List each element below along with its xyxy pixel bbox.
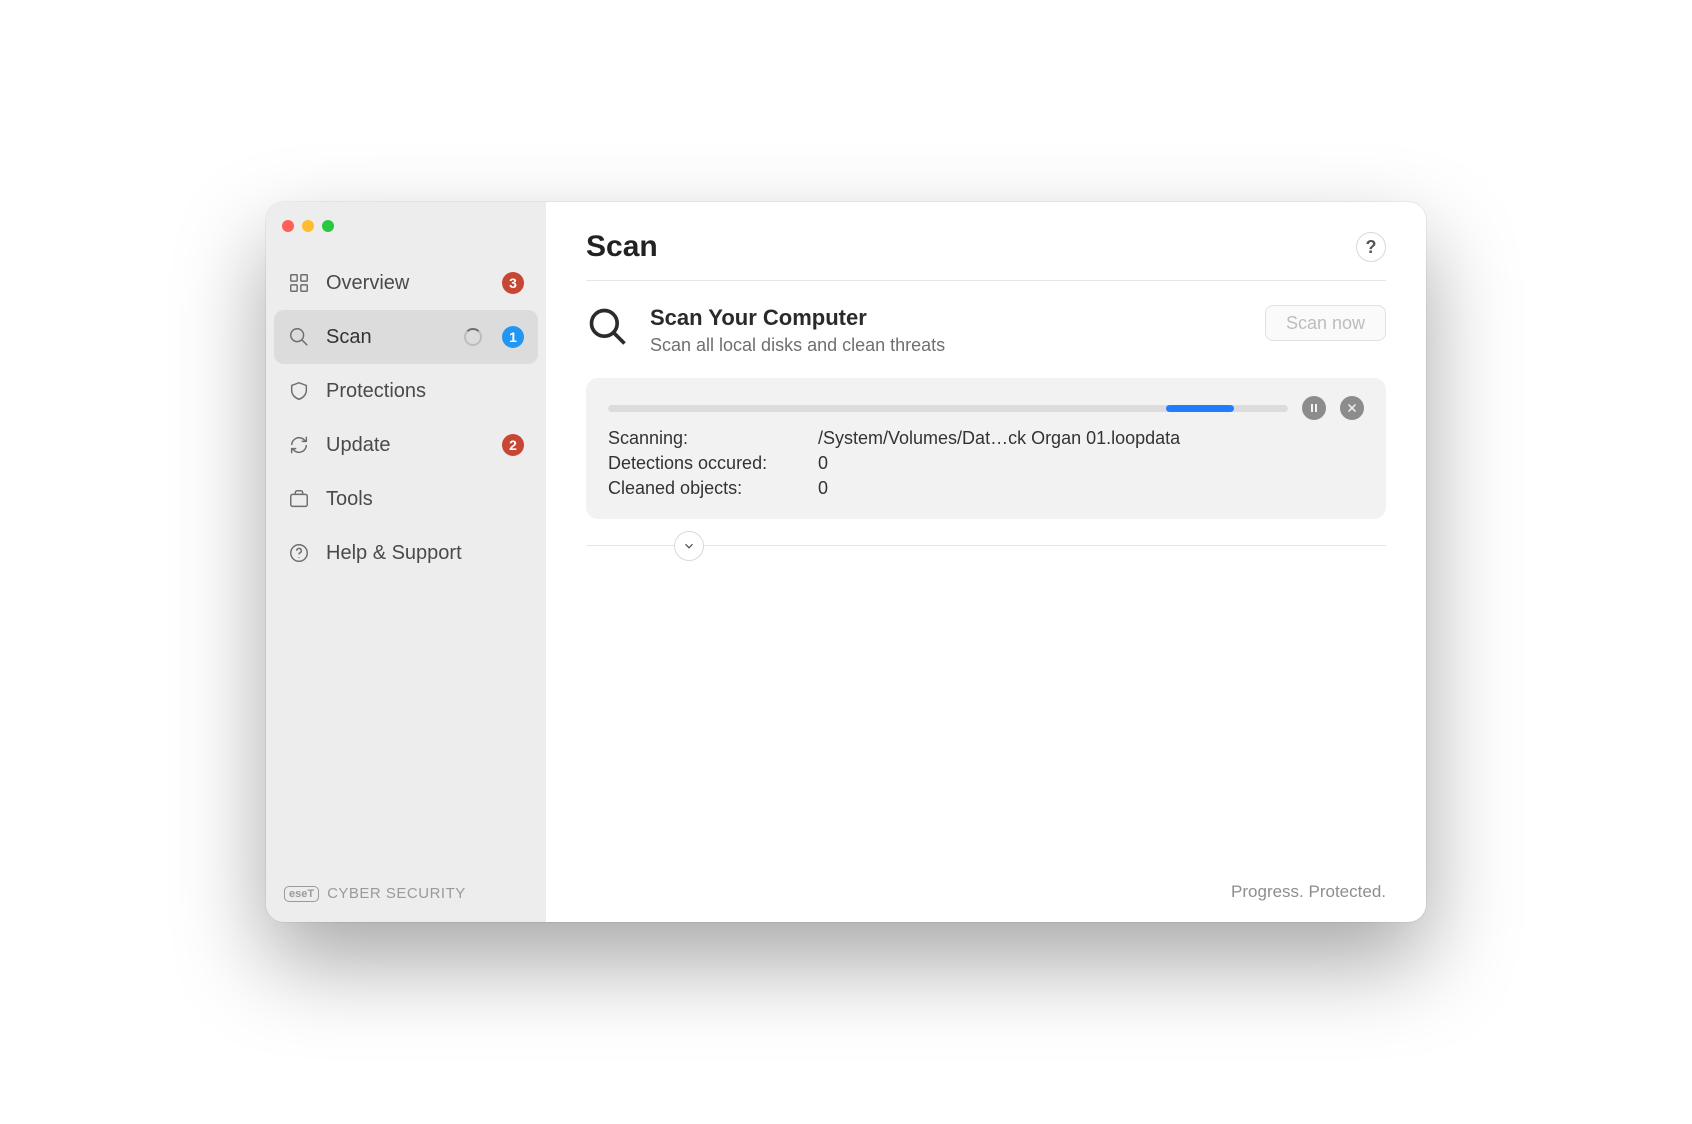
scanning-label: Scanning: — [608, 428, 818, 449]
shield-icon — [288, 380, 310, 402]
cleaned-label: Cleaned objects: — [608, 478, 818, 499]
update-icon — [288, 434, 310, 456]
sidebar-item-tools[interactable]: Tools — [274, 472, 538, 526]
scanning-value: /System/Volumes/Dat…ck Organ 01.loopdata — [818, 428, 1364, 449]
scan-now-button[interactable]: Scan now — [1265, 305, 1386, 341]
help-button[interactable]: ? — [1356, 232, 1386, 262]
expand-row — [586, 529, 1386, 563]
scan-your-computer-section: Scan Your Computer Scan all local disks … — [586, 281, 1386, 378]
close-icon — [1346, 402, 1358, 414]
badge-scan: 1 — [502, 326, 524, 348]
detections-value: 0 — [818, 453, 1364, 474]
minimize-window-button[interactable] — [302, 220, 314, 232]
sidebar-item-scan[interactable]: Scan 1 — [274, 310, 538, 364]
page-header: Scan ? — [586, 230, 1386, 281]
sidebar-item-label: Scan — [326, 326, 448, 349]
progress-chunk — [1166, 405, 1234, 412]
scan-icon — [288, 326, 310, 348]
tools-icon — [288, 488, 310, 510]
cleaned-value: 0 — [818, 478, 1364, 499]
sidebar-item-protections[interactable]: Protections — [274, 364, 538, 418]
window-controls — [266, 212, 546, 250]
page-title: Scan — [586, 230, 658, 264]
expand-details-button[interactable] — [674, 531, 704, 561]
sidebar-item-label: Overview — [326, 272, 486, 295]
scan-info-grid: Scanning: /System/Volumes/Dat…ck Organ 0… — [608, 428, 1364, 499]
brand-logo: eseT — [284, 886, 319, 902]
badge-overview: 3 — [502, 272, 524, 294]
overview-icon — [288, 272, 310, 294]
progress-bar — [608, 405, 1288, 412]
main-panel: Scan ? Scan Your Computer Scan all local… — [546, 202, 1426, 922]
sidebar-item-label: Protections — [326, 380, 524, 403]
sidebar-item-label: Help & Support — [326, 542, 524, 565]
section-title: Scan Your Computer — [650, 305, 945, 331]
badge-update: 2 — [502, 434, 524, 456]
footer-tagline: Progress. Protected. — [586, 882, 1386, 922]
sidebar-item-overview[interactable]: Overview 3 — [274, 256, 538, 310]
divider — [586, 545, 1386, 546]
pause-scan-button[interactable] — [1302, 396, 1326, 420]
pause-icon — [1308, 402, 1320, 414]
chevron-down-icon — [682, 539, 696, 553]
progress-row — [608, 396, 1364, 420]
sidebar-item-label: Tools — [326, 488, 524, 511]
brand-text: CYBER SECURITY — [327, 885, 466, 902]
magnifier-icon — [586, 305, 630, 354]
sidebar-item-label: Update — [326, 434, 486, 457]
loading-spinner-icon — [464, 328, 482, 346]
brand-footer: eseT CYBER SECURITY — [266, 867, 546, 922]
sidebar-item-help-support[interactable]: Help & Support — [274, 526, 538, 580]
section-text: Scan Your Computer Scan all local disks … — [650, 305, 945, 356]
sidebar-nav: Overview 3 Scan 1 Protections — [266, 250, 546, 586]
zoom-window-button[interactable] — [322, 220, 334, 232]
app-window: Overview 3 Scan 1 Protections — [266, 202, 1426, 922]
scan-progress-card: Scanning: /System/Volumes/Dat…ck Organ 0… — [586, 378, 1386, 519]
sidebar: Overview 3 Scan 1 Protections — [266, 202, 546, 922]
help-icon — [288, 542, 310, 564]
detections-label: Detections occured: — [608, 453, 818, 474]
close-window-button[interactable] — [282, 220, 294, 232]
sidebar-item-update[interactable]: Update 2 — [274, 418, 538, 472]
stop-scan-button[interactable] — [1340, 396, 1364, 420]
section-subtitle: Scan all local disks and clean threats — [650, 335, 945, 356]
